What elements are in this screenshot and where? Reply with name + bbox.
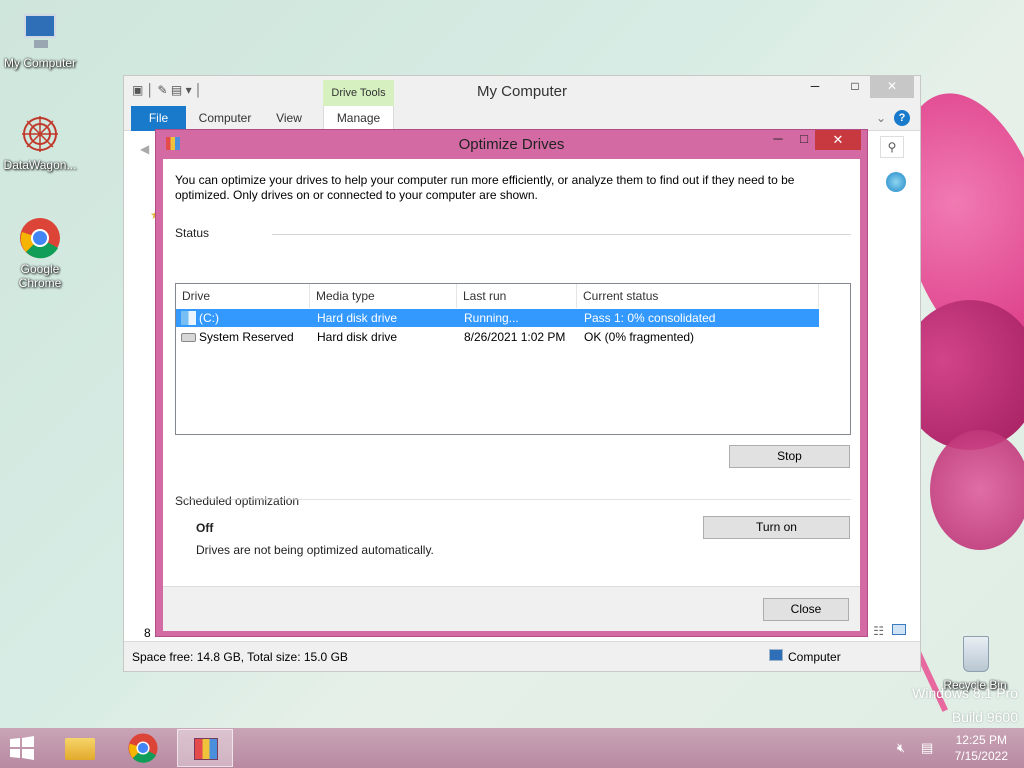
tab-file[interactable]: File: [131, 106, 186, 131]
wallpaper-petal: [930, 430, 1024, 550]
os-watermark: Windows 8.1 Pro: [912, 685, 1018, 701]
navigation-pane[interactable]: ◀ ★ 8: [124, 132, 161, 642]
dialog-title: Optimize Drives: [458, 136, 565, 153]
schedule-state: Off: [196, 521, 214, 535]
drive-media-type: Hard disk drive: [317, 311, 398, 325]
taskbar-file-explorer[interactable]: [52, 729, 108, 767]
schedule-divider: [175, 499, 851, 500]
column-header-drive[interactable]: Drive: [176, 284, 310, 308]
taskbar-chrome[interactable]: [115, 729, 171, 767]
status-heading: Status: [175, 226, 210, 240]
windows-drive-icon: [181, 311, 196, 325]
desktop-icon-chrome[interactable]: Google Chrome: [0, 216, 80, 290]
drive-last-run: 8/26/2021 1:02 PM: [464, 330, 566, 344]
column-header-last-run[interactable]: Last run: [457, 284, 577, 308]
drive-name: (C:): [199, 311, 219, 325]
drives-list[interactable]: Drive Media type Last run Current status…: [175, 283, 851, 435]
defrag-app-icon: [194, 738, 218, 760]
explorer-statusbar: Space free: 14.8 GB, Total size: 15.0 GB…: [124, 641, 920, 671]
network-icon[interactable]: ▤: [921, 740, 933, 756]
scheduled-optimization-heading: Scheduled optimization: [175, 494, 300, 508]
dialog-close-button[interactable]: ✕: [815, 130, 861, 150]
minimize-button[interactable]: ─: [800, 76, 830, 98]
turn-on-button[interactable]: Turn on: [703, 516, 850, 539]
tab-manage[interactable]: Manage: [323, 106, 394, 131]
datawagon-icon: [18, 112, 62, 156]
chrome-icon: [18, 216, 62, 260]
desktop-icon-recycle-bin[interactable]: Recycle Bin: [935, 632, 1015, 692]
dialog-footer: Close: [163, 586, 860, 631]
dialog-content: You can optimize your drives to help you…: [163, 159, 860, 631]
taskbar: 🔇︎ ▤ 12:25 PM 7/15/2022: [0, 728, 1024, 768]
tab-view[interactable]: View: [264, 106, 314, 131]
desktop-icon-label: Google Chrome: [18, 262, 62, 290]
status-divider: [272, 234, 851, 235]
start-button[interactable]: [8, 736, 36, 760]
view-tiles-icon[interactable]: [892, 624, 906, 635]
column-header-media-type[interactable]: Media type: [310, 284, 457, 308]
close-dialog-button[interactable]: Close: [763, 598, 849, 621]
chrome-icon: [128, 733, 158, 763]
clock-time: 12:25 PM: [955, 733, 1007, 747]
location-text: Computer: [788, 650, 841, 664]
dialog-maximize-button[interactable]: □: [791, 130, 817, 150]
explorer-titlebar: ▣ │ ✎ ▤ ▾ │ Drive Tools My Computer ─ □ …: [124, 76, 920, 106]
dialog-minimize-button[interactable]: ─: [765, 130, 791, 150]
desktop-icon-datawagon[interactable]: DataWagon...: [0, 112, 80, 172]
computer-small-icon: [769, 649, 783, 661]
optimize-drives-dialog: Optimize Drives ─ □ ✕ You can optimize y…: [155, 129, 868, 637]
drive-space-text: Space free: 14.8 GB, Total size: 15.0 GB: [132, 650, 348, 664]
drive-name: System Reserved: [199, 330, 294, 344]
computer-icon: [18, 10, 62, 54]
back-icon[interactable]: ◀: [140, 142, 149, 156]
stop-button[interactable]: Stop: [729, 445, 850, 468]
dialog-description: You can optimize your drives to help you…: [175, 173, 795, 202]
volume-muted-icon[interactable]: 🔇︎: [897, 740, 905, 756]
recycle-bin-icon: [953, 632, 997, 676]
network-globe-icon: [886, 172, 906, 192]
schedule-description: Drives are not being optimized automatic…: [196, 543, 434, 557]
drive-media-type: Hard disk drive: [317, 330, 398, 344]
maximize-button[interactable]: □: [840, 76, 870, 98]
windows-logo-icon: [10, 736, 34, 760]
taskbar-optimize-drives[interactable]: [177, 729, 233, 767]
chevron-down-icon[interactable]: ⌄: [876, 111, 886, 125]
search-icon[interactable]: ⚲: [880, 136, 904, 158]
os-build-watermark: Build 9600: [951, 709, 1018, 725]
desktop-icon-label: DataWagon...: [3, 158, 77, 172]
view-details-icon[interactable]: ☷: [873, 624, 884, 638]
tab-computer[interactable]: Computer: [192, 106, 258, 131]
clock-date: 7/15/2022: [954, 749, 1008, 763]
desktop-icon-label: My Computer: [3, 56, 77, 70]
help-icon[interactable]: ?: [894, 110, 910, 126]
items-count: 8: [144, 626, 151, 640]
drive-current-status: OK (0% fragmented): [584, 330, 695, 344]
ribbon-tabs: File Computer View Manage ⌄ ?: [124, 106, 920, 131]
dialog-titlebar[interactable]: Optimize Drives ─ □ ✕: [156, 130, 867, 158]
drive-last-run: Running...: [464, 311, 519, 325]
drive-row[interactable]: (C:) Hard disk drive Running... Pass 1: …: [176, 309, 819, 327]
hard-disk-icon: [181, 333, 196, 342]
drive-row[interactable]: System Reserved Hard disk drive 8/26/202…: [176, 328, 819, 346]
tray-clock[interactable]: 12:25 PM 7/15/2022: [955, 732, 1008, 764]
close-button[interactable]: ✕: [870, 76, 914, 98]
drive-current-status: Pass 1: 0% consolidated: [584, 311, 716, 325]
desktop-icon-my-computer[interactable]: My Computer: [0, 10, 80, 70]
folder-icon: [65, 738, 95, 760]
column-header-current-status[interactable]: Current status: [577, 284, 819, 308]
